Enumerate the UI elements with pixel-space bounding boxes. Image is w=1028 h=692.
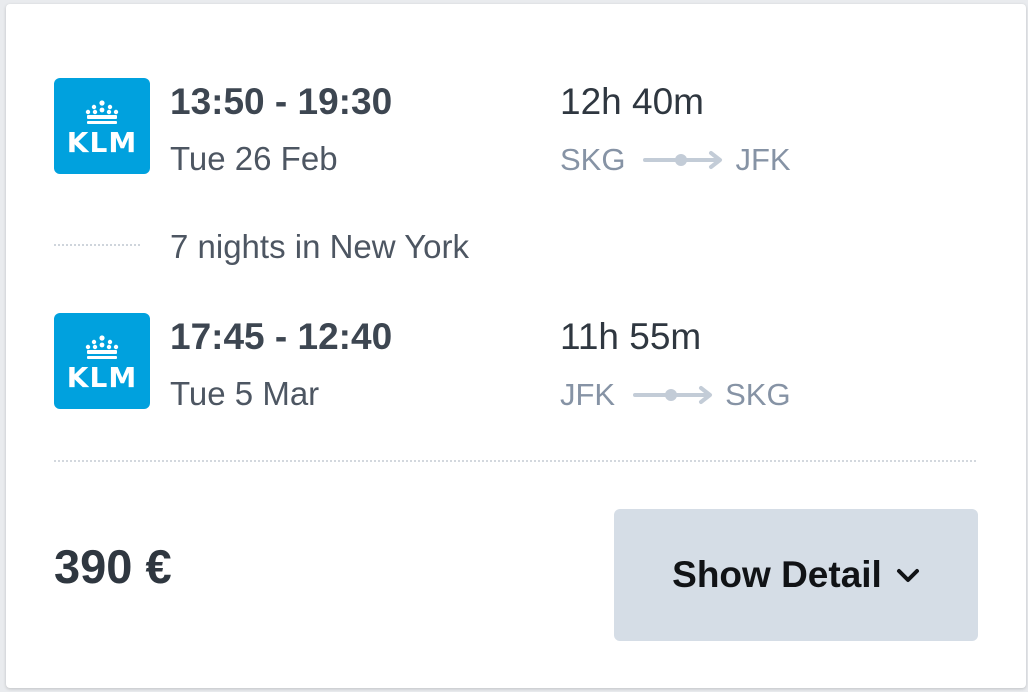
- route-arrow-icon: [643, 142, 725, 178]
- flight-duration: 12h 40m: [560, 81, 704, 122]
- stay-info: 7 nights in New York: [54, 228, 754, 268]
- origin-airport: JFK: [560, 377, 616, 412]
- dotted-divider: [54, 460, 976, 462]
- flight-date: Tue 5 Mar: [170, 375, 320, 412]
- destination-airport: SKG: [725, 377, 791, 412]
- klm-logo: KLM: [54, 313, 150, 409]
- route-arrow-icon: [633, 377, 715, 413]
- crown-icon: [85, 335, 119, 359]
- logo-text: KLM: [66, 126, 138, 159]
- return-leg: KLM 17:45 - 12:40 Tue 5 Mar 11h 55m JFK …: [54, 313, 814, 413]
- departure-arrival-times: 17:45 - 12:40: [170, 316, 393, 357]
- route: JFK SKG: [560, 375, 791, 415]
- klm-logo: KLM: [54, 78, 150, 174]
- flight-result-card: KLM 13:50 - 19:30 Tue 26 Feb 12h 40m SKG…: [6, 4, 1026, 688]
- route: SKG JFK: [560, 140, 791, 180]
- departure-arrival-times: 13:50 - 19:30: [170, 81, 393, 122]
- flight-duration: 11h 55m: [560, 316, 702, 357]
- flight-date: Tue 26 Feb: [170, 140, 338, 177]
- show-detail-button[interactable]: Show Detail: [614, 509, 978, 641]
- dotted-separator: [54, 244, 140, 246]
- price: 390 €: [54, 540, 172, 593]
- crown-icon: [85, 100, 119, 124]
- outbound-leg: KLM 13:50 - 19:30 Tue 26 Feb 12h 40m SKG…: [54, 78, 814, 178]
- logo-text: KLM: [66, 361, 138, 394]
- show-detail-label: Show Detail: [672, 554, 882, 595]
- nights-text: 7 nights in New York: [170, 228, 470, 265]
- destination-airport: JFK: [735, 142, 791, 177]
- chevron-down-icon: [896, 568, 920, 587]
- origin-airport: SKG: [560, 142, 626, 177]
